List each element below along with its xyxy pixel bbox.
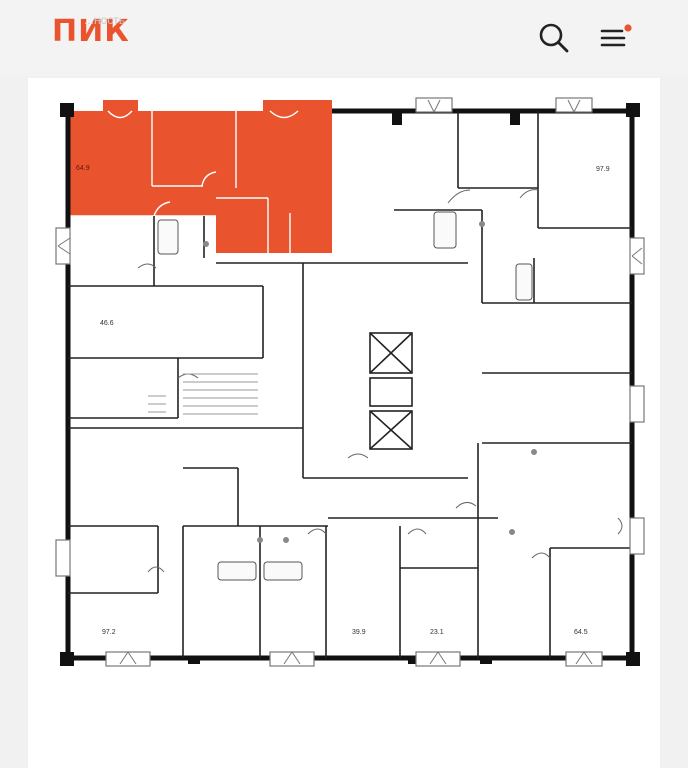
svg-text:39.9: 39.9 — [352, 629, 366, 636]
svg-text:23.1: 23.1 — [430, 629, 444, 636]
area-label-64-5: 64.5 — [574, 629, 588, 636]
area-label-46-6: 46.6 — [100, 320, 114, 327]
area-label-97-9: 97.9 — [596, 166, 610, 173]
search-icon — [539, 23, 569, 53]
svg-text:97.9: 97.9 — [596, 166, 610, 173]
svg-text:64.9: 64.9 — [76, 165, 90, 172]
notification-dot — [624, 24, 632, 32]
top-bar: ПИК ...ность — [0, 0, 688, 76]
apartment-highlighted[interactable]: 64.9 — [68, 100, 332, 253]
svg-text:46.6: 46.6 — [100, 320, 114, 327]
search-button[interactable] — [534, 18, 574, 58]
floor-plan-card: 64.9 97.9 46.6 97.2 39.9 23.1 64.5 — [28, 78, 660, 768]
area-label-97-2: 97.2 — [102, 629, 116, 636]
svg-text:97.2: 97.2 — [102, 629, 116, 636]
area-label-39-9: 39.9 — [352, 629, 366, 636]
faded-overlay-text: ...ность — [84, 13, 126, 27]
floor-plan: 64.9 97.9 46.6 97.2 39.9 23.1 64.5 — [55, 97, 645, 667]
area-label-23-1: 23.1 — [430, 629, 444, 636]
hamburger-menu-icon — [600, 24, 632, 47]
area-label-64-9: 64.9 — [76, 165, 90, 172]
menu-button[interactable] — [596, 18, 636, 58]
svg-text:64.5: 64.5 — [574, 629, 588, 636]
